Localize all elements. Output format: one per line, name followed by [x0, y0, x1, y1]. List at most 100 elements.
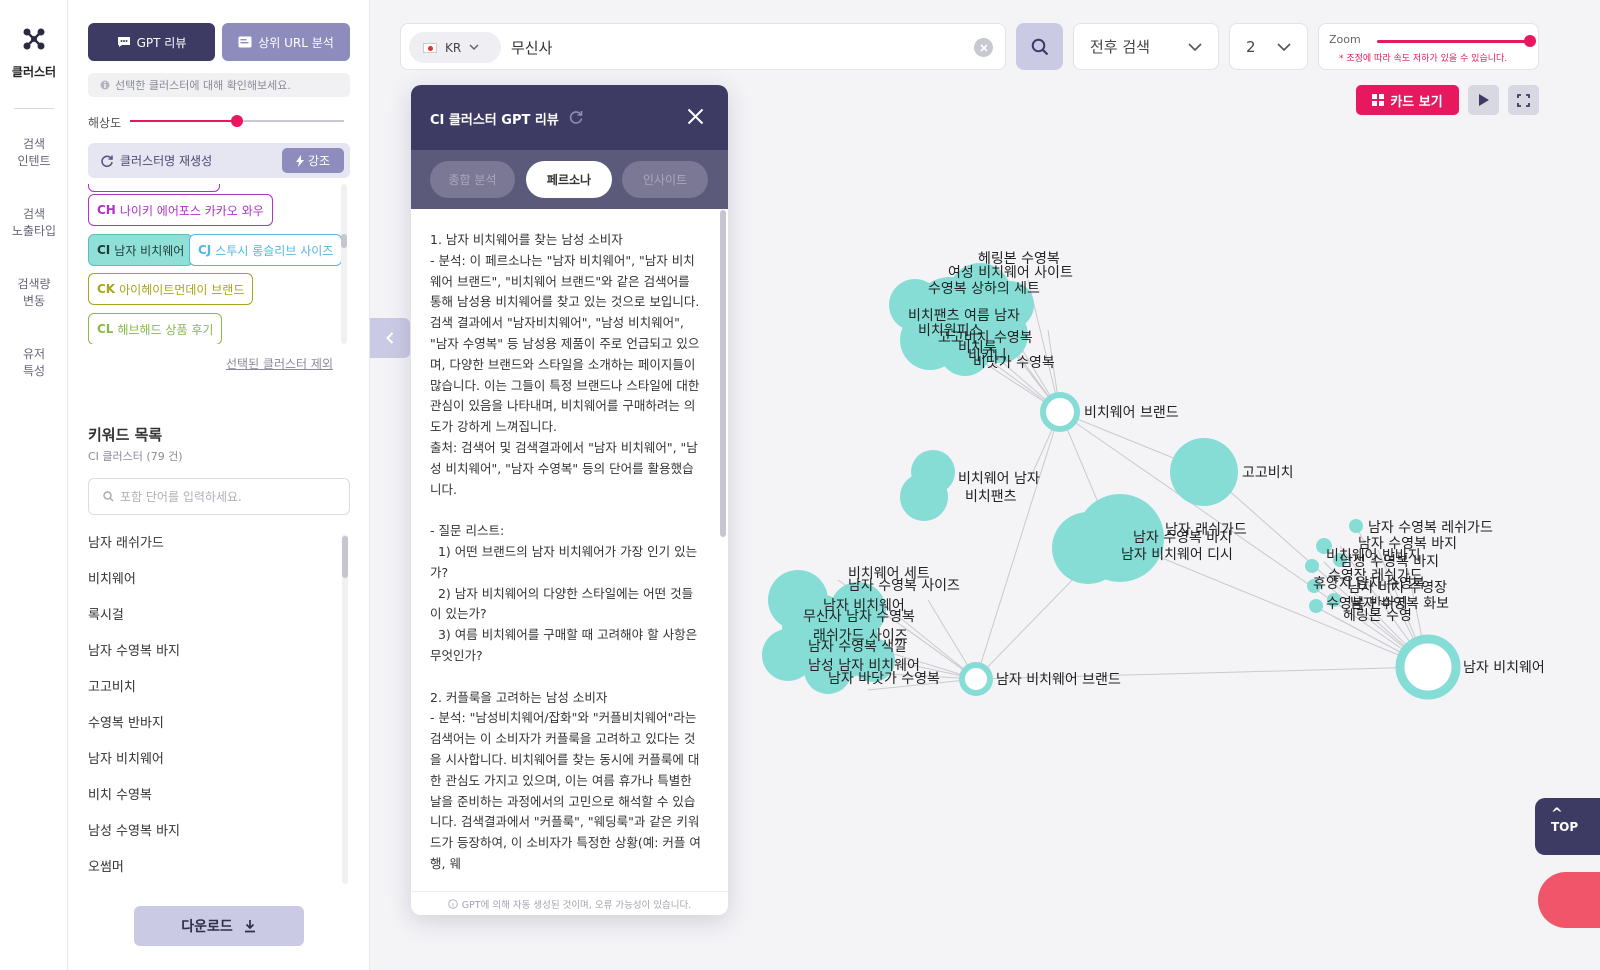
search-input[interactable]: 무신사	[511, 37, 552, 58]
chip-list-scrollbar[interactable]	[341, 184, 347, 344]
keyword-list-scrollbar[interactable]	[342, 534, 348, 884]
resolution-slider-thumb[interactable]	[231, 115, 243, 127]
graph-node[interactable]	[1309, 599, 1323, 613]
search-button[interactable]	[1016, 23, 1063, 70]
download-button[interactable]: 다운로드	[134, 906, 304, 946]
resolution-slider[interactable]	[130, 115, 344, 127]
download-icon	[244, 920, 255, 933]
keyword-item[interactable]: 오썸머	[88, 858, 333, 894]
gpt-panel-title: CI 클러스터 GPT 리뷰	[430, 113, 559, 128]
zoom-slider[interactable]	[1377, 40, 1529, 43]
keyword-item[interactable]: 비치웨어	[88, 570, 333, 606]
graph-node[interactable]	[1052, 512, 1124, 584]
cluster-chip-cj[interactable]: CJ 스투시 롱슬리브 사이즈	[189, 234, 342, 266]
depth-value: 2	[1246, 37, 1256, 56]
exclude-selected-clusters-link[interactable]: 선택된 클러스터 제외	[226, 355, 333, 372]
chip-label: 나이키 에어포스 카카오 와우	[119, 203, 264, 218]
gpt-content-scrollbar[interactable]	[720, 210, 726, 890]
keyword-item[interactable]: 록시걸	[88, 606, 333, 642]
url-card-icon	[238, 36, 252, 48]
cluster-chip-cl[interactable]: CL 해브해드 상품 후기	[88, 313, 223, 344]
korea-flag-icon	[423, 42, 437, 53]
nav-search-exposure-type[interactable]: 검색 노출타입	[0, 206, 68, 240]
search-bar: KR 무신사	[400, 23, 1006, 70]
country-select[interactable]: KR	[409, 32, 501, 63]
play-icon	[1478, 94, 1489, 106]
chip-label: 남자 비치웨어	[114, 243, 185, 258]
emphasis-button[interactable]: 강조	[282, 148, 344, 173]
keyword-item[interactable]: 남자 비치웨어	[88, 750, 333, 786]
keyword-item[interactable]: 고고비치	[88, 678, 333, 714]
keyword-item[interactable]: 수영복 반바지	[88, 714, 333, 750]
scroll-to-top-button[interactable]: ^ TOP	[1535, 798, 1600, 855]
tab-overall-analysis[interactable]: 종합 분석	[430, 161, 515, 198]
keyword-item[interactable]: 비치 수영복	[88, 786, 333, 822]
graph-hub-node[interactable]	[1040, 392, 1080, 432]
refresh-icon[interactable]	[568, 109, 584, 125]
keyword-scroll-thumb[interactable]	[342, 536, 348, 578]
cluster-label: 남자 비치웨어	[823, 598, 905, 614]
clear-search-button[interactable]	[974, 38, 993, 57]
graph-hub-node[interactable]	[959, 662, 993, 696]
depth-select[interactable]: 2	[1229, 23, 1308, 70]
chevron-up-icon: ^	[1551, 806, 1563, 822]
nav-user-traits[interactable]: 유저 특성	[0, 346, 68, 380]
chip-label: 스투시 롱슬리브 사이즈	[215, 243, 334, 258]
graph-node[interactable]	[1349, 519, 1363, 533]
search-mode-select[interactable]: 전후 검색	[1073, 23, 1219, 70]
zoom-slider-thumb[interactable]	[1524, 35, 1536, 47]
cluster-label: 남자 수영복 사이즈	[848, 578, 960, 594]
cluster-chip-partial[interactable]	[88, 184, 220, 192]
search-icon	[1031, 38, 1048, 55]
graph-hub-node[interactable]	[1395, 634, 1461, 700]
graph-node[interactable]	[1170, 438, 1238, 506]
top-label: TOP	[1551, 820, 1579, 834]
keyword-list-title: 키워드 목록	[88, 426, 163, 444]
cluster-label: 헤링본 수영	[1343, 608, 1412, 624]
cluster-chip-ci[interactable]: CI 남자 비치웨어	[88, 234, 194, 266]
regenerate-cluster-names-button[interactable]: 클러스터명 재생성 강조	[88, 143, 350, 178]
chip-code: CK	[97, 282, 116, 296]
chat-support-button[interactable]	[1538, 872, 1600, 928]
chip-scroll-thumb[interactable]	[341, 234, 347, 248]
gpt-tab-bar: 종합 분석 페르소나 인사이트	[411, 150, 728, 209]
chip-code: CL	[97, 322, 114, 336]
cluster-label: 남자 비치 수영장	[1348, 580, 1447, 596]
graph-node[interactable]	[1305, 559, 1319, 573]
keyword-search-input[interactable]: 포함 단어를 입력하세요.	[88, 478, 350, 515]
chat-icon	[117, 37, 130, 47]
zoom-warning: * 조정에 따라 속도 저하가 있을 수 있습니다.	[1339, 54, 1508, 64]
chip-label: 아이헤이트먼데이 브랜드	[119, 282, 245, 297]
cluster-chip-ch[interactable]: CH 나이키 에어포스 카카오 와우	[88, 194, 273, 226]
zoom-control: Zoom * 조정에 따라 속도 저하가 있을 수 있습니다.	[1318, 23, 1539, 70]
collapse-panel-button[interactable]	[370, 318, 410, 358]
gpt-review-button[interactable]: GPT 리뷰	[88, 23, 215, 61]
info-hint: 선택한 클러스터에 대해 확인해보세요.	[88, 73, 350, 97]
nav-cluster-label[interactable]: 클러스터	[0, 63, 68, 80]
play-button[interactable]	[1468, 85, 1499, 115]
tab-insight[interactable]: 인사이트	[622, 161, 708, 198]
card-view-label: 카드 보기	[1390, 94, 1443, 110]
hub-label: 비치웨어 브랜드	[1084, 405, 1179, 421]
cluster-logo-icon[interactable]	[0, 26, 68, 56]
tab-persona[interactable]: 페르소나	[526, 161, 612, 198]
cluster-label: 비닷가 수영복	[973, 355, 1055, 371]
close-icon[interactable]	[687, 108, 704, 125]
cluster-network-graph[interactable]: 비치웨어 브랜드남자 비치웨어 브랜드남자 비치웨어고고비치비치웨어 남자비치팬…	[728, 130, 1600, 970]
keyword-item[interactable]: 남자 수영복 바지	[88, 642, 333, 678]
top-url-analysis-button[interactable]: 상위 URL 분석	[222, 23, 350, 61]
cluster-chip-ck[interactable]: CK 아이헤이트먼데이 브랜드	[88, 273, 254, 305]
card-view-button[interactable]: 카드 보기	[1356, 85, 1459, 115]
keyword-item[interactable]: 남성 수영복 바지	[88, 822, 333, 858]
keyword-item[interactable]: 남자 래쉬가드	[88, 534, 333, 570]
graph-edge[interactable]	[975, 411, 1061, 680]
fullscreen-button[interactable]	[1508, 85, 1539, 115]
chevron-left-icon	[386, 332, 394, 344]
nav-search-volume-change[interactable]: 검색량 변동	[0, 276, 68, 310]
graph-node[interactable]	[900, 473, 948, 521]
nav-search-intent[interactable]: 검색 인텐트	[0, 136, 68, 170]
chip-code: CI	[97, 243, 111, 257]
left-rail: 클러스터 검색 인텐트 검색 노출타입 검색량 변동 유저 특성	[0, 0, 68, 970]
gpt-scroll-thumb[interactable]	[720, 210, 726, 537]
gpt-review-content: 1. 남자 비치웨어를 찾는 남성 소비자 - 분석: 이 페르소나는 "남자 …	[430, 232, 701, 871]
